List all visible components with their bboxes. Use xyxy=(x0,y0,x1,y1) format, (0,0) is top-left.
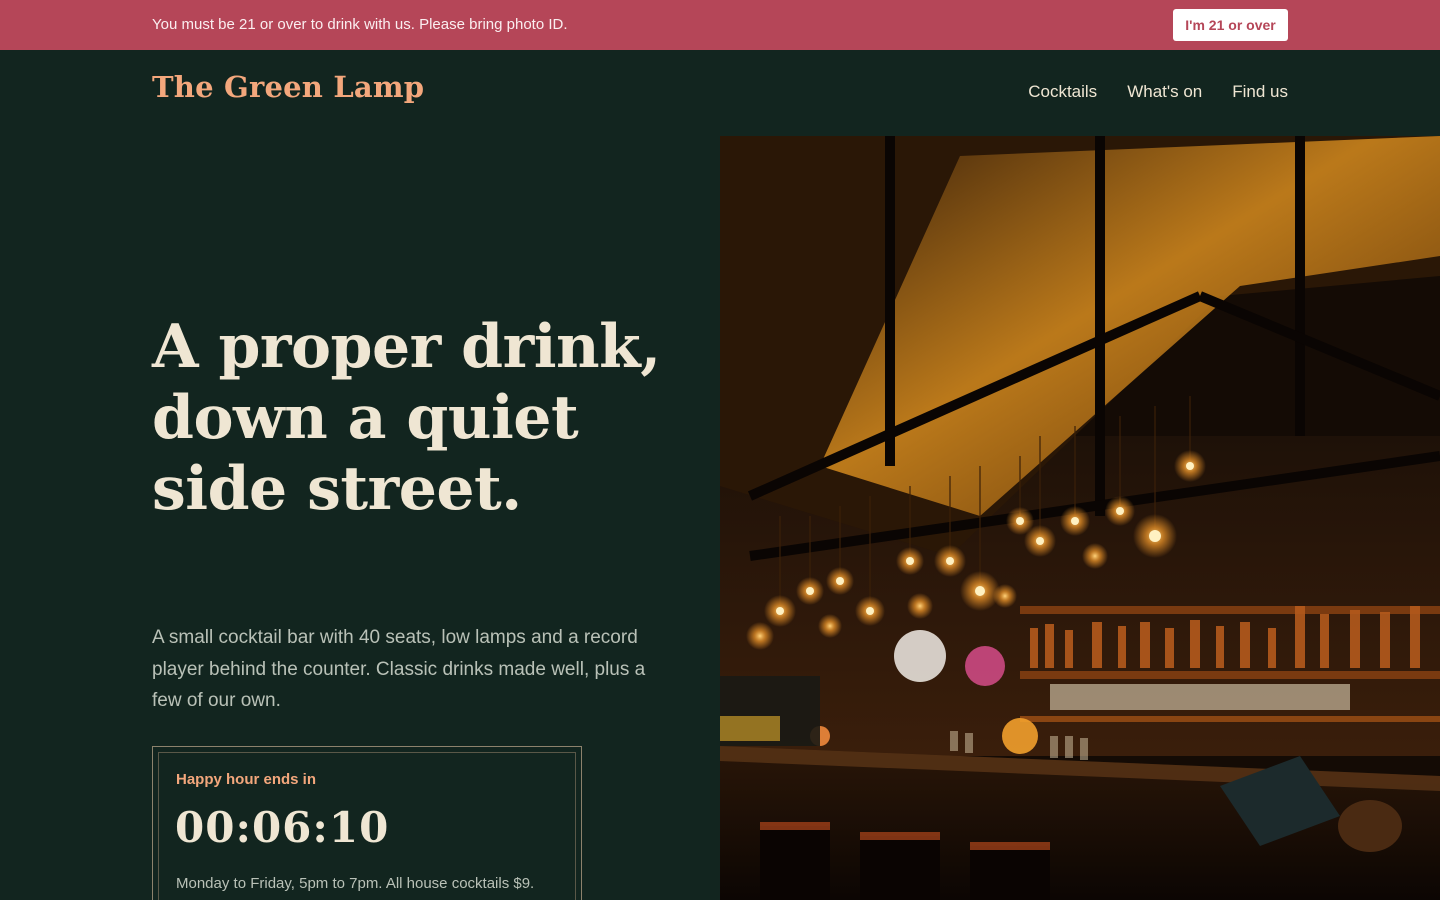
hero-headline: A proper drink, down a quiet side street… xyxy=(152,312,661,524)
nav-link-find-us[interactable]: Find us xyxy=(1232,80,1288,104)
happy-hour-card: Happy hour ends in 00:06:10 Monday to Fr… xyxy=(152,746,582,900)
main-nav: Cocktails What's on Find us xyxy=(1028,80,1288,104)
happy-hour-note: Monday to Friday, 5pm to 7pm. All house … xyxy=(176,875,535,892)
age-notice-text: You must be 21 or over to drink with us.… xyxy=(152,16,568,33)
bar-interior-photo xyxy=(720,136,1440,900)
brand-logo[interactable]: The Green Lamp xyxy=(152,70,424,104)
nav-link-cocktails[interactable]: Cocktails xyxy=(1028,80,1097,104)
age-verification-banner: You must be 21 or over to drink with us.… xyxy=(0,0,1440,50)
age-confirm-button[interactable]: I'm 21 or over xyxy=(1173,9,1288,41)
nav-link-whats-on[interactable]: What's on xyxy=(1127,80,1202,104)
hero-intro: A small cocktail bar with 40 seats, low … xyxy=(152,627,646,711)
happy-hour-countdown: 00:06:10 xyxy=(175,803,390,852)
bar-interior-illustration xyxy=(720,136,1440,900)
happy-hour-label: Happy hour ends in xyxy=(176,771,317,788)
